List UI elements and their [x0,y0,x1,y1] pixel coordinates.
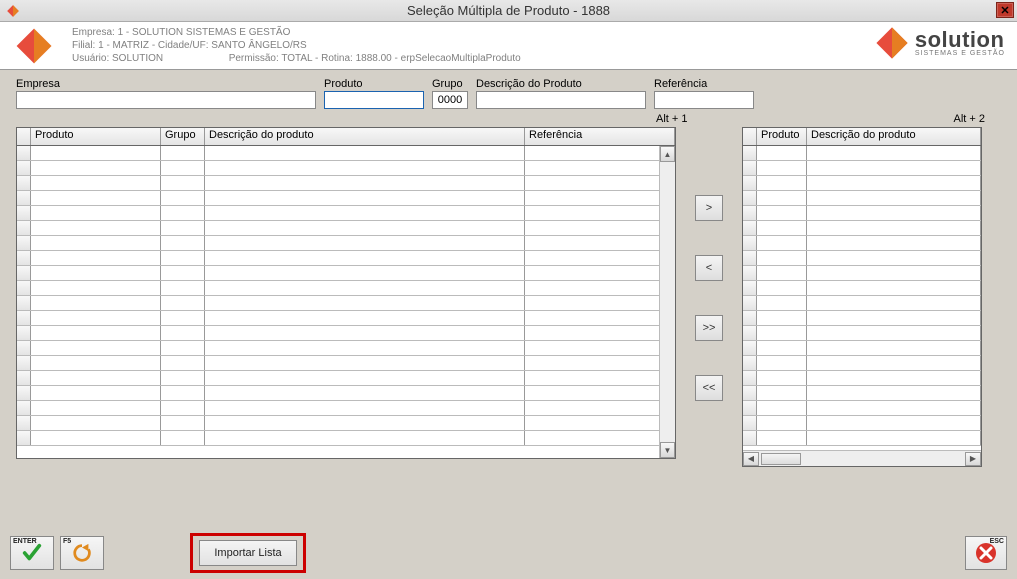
header-bar: Empresa: 1 - SOLUTION SISTEMAS E GESTÃO … [0,22,1017,70]
table-row[interactable] [743,371,981,386]
refresh-button[interactable]: F5 [60,536,104,570]
window-title: Seleção Múltipla de Produto - 1888 [0,3,1017,18]
brand-name: solution [915,30,1005,50]
remove-button[interactable]: < [695,255,723,281]
table-row[interactable] [17,386,675,401]
col-grupo[interactable]: Grupo [161,128,205,145]
col-referencia[interactable]: Referência [525,128,675,145]
table-row[interactable] [17,266,675,281]
table-row[interactable] [17,281,675,296]
table-row[interactable] [743,161,981,176]
shortcut-alt1: Alt + 1 [656,113,688,125]
col-produto-right[interactable]: Produto [757,128,807,145]
filters-row: Empresa Produto Grupo Descrição do Produ… [16,78,1001,109]
scroll-left-icon[interactable]: ◀ [743,452,759,466]
referencia-input[interactable] [654,91,754,109]
selected-products-grid[interactable]: Produto Descrição do produto ◀ ▶ [742,127,982,467]
table-row[interactable] [743,326,981,341]
table-row[interactable] [17,371,675,386]
table-row[interactable] [743,386,981,401]
table-row[interactable] [17,416,675,431]
grid-right-hscrollbar[interactable]: ◀ ▶ [743,450,981,466]
scroll-up-icon[interactable]: ▲ [660,146,675,162]
table-row[interactable] [743,281,981,296]
remove-all-button[interactable]: << [695,375,723,401]
header-line2: Filial: 1 - MATRIZ - Cidade/UF: SANTO ÂN… [72,39,521,52]
table-row[interactable] [743,266,981,281]
close-button[interactable]: ✕ [996,2,1014,18]
scroll-down-icon[interactable]: ▼ [660,442,675,458]
table-row[interactable] [17,311,675,326]
table-row[interactable] [17,251,675,266]
table-row[interactable] [743,206,981,221]
table-row[interactable] [17,221,675,236]
table-row[interactable] [17,176,675,191]
brand-subtitle: SISTEMAS E GESTÃO [915,50,1005,57]
descricao-input[interactable] [476,91,646,109]
import-highlight: Importar Lista [190,533,306,573]
table-row[interactable] [743,191,981,206]
table-row[interactable] [17,296,675,311]
table-row[interactable] [743,431,981,446]
table-row[interactable] [743,416,981,431]
brand-block: solution SISTEMAS E GESTÃO [875,26,1005,60]
available-products-grid[interactable]: Produto Grupo Descrição do produto Refer… [16,127,676,459]
table-row[interactable] [743,251,981,266]
cancel-button[interactable]: ESC [965,536,1007,570]
refresh-icon [71,542,93,564]
table-row[interactable] [743,146,981,161]
title-bar: Seleção Múltipla de Produto - 1888 ✕ [0,0,1017,22]
referencia-label: Referência [654,78,754,90]
scroll-right-icon[interactable]: ▶ [965,452,981,466]
grupo-input[interactable] [432,91,468,109]
f5-hint: F5 [63,538,71,545]
confirm-button[interactable]: ENTER [10,536,54,570]
table-row[interactable] [17,401,675,416]
table-row[interactable] [17,431,675,446]
table-row[interactable] [743,401,981,416]
grupo-label: Grupo [432,78,468,90]
importar-lista-button[interactable]: Importar Lista [199,540,297,566]
table-row[interactable] [743,356,981,371]
empresa-label: Empresa [16,78,316,90]
grid-left-scrollbar[interactable]: ▲ ▼ [659,146,675,458]
shortcut-alt2: Alt + 2 [954,113,986,125]
header-permission: Permissão: TOTAL - Rotina: 1888.00 - erp… [229,53,521,64]
table-row[interactable] [17,206,675,221]
table-row[interactable] [17,161,675,176]
enter-hint: ENTER [13,538,37,545]
esc-hint: ESC [990,538,1004,545]
col-descricao-right[interactable]: Descrição do produto [807,128,981,145]
add-button[interactable]: > [695,195,723,221]
table-row[interactable] [17,341,675,356]
table-row[interactable] [743,221,981,236]
col-produto[interactable]: Produto [31,128,161,145]
transfer-buttons: > < >> << [682,127,736,467]
header-user: Usuário: SOLUTION [72,53,163,64]
table-row[interactable] [17,236,675,251]
table-row[interactable] [743,176,981,191]
check-icon [21,542,43,564]
produto-label: Produto [324,78,424,90]
brand-icon [875,26,909,60]
bottom-bar: ENTER F5 Importar Lista ESC [10,533,1007,573]
company-logo-icon [14,26,54,66]
table-row[interactable] [17,326,675,341]
table-row[interactable] [743,311,981,326]
scroll-thumb[interactable] [761,453,801,465]
table-row[interactable] [743,236,981,251]
empresa-input[interactable] [16,91,316,109]
descricao-label: Descrição do Produto [476,78,646,90]
table-row[interactable] [743,341,981,356]
produto-input[interactable] [324,91,424,109]
table-row[interactable] [17,191,675,206]
header-line1: Empresa: 1 - SOLUTION SISTEMAS E GESTÃO [72,26,521,39]
add-all-button[interactable]: >> [695,315,723,341]
col-descricao[interactable]: Descrição do produto [205,128,525,145]
table-row[interactable] [743,296,981,311]
header-info: Empresa: 1 - SOLUTION SISTEMAS E GESTÃO … [72,26,521,65]
table-row[interactable] [17,146,675,161]
table-row[interactable] [17,356,675,371]
